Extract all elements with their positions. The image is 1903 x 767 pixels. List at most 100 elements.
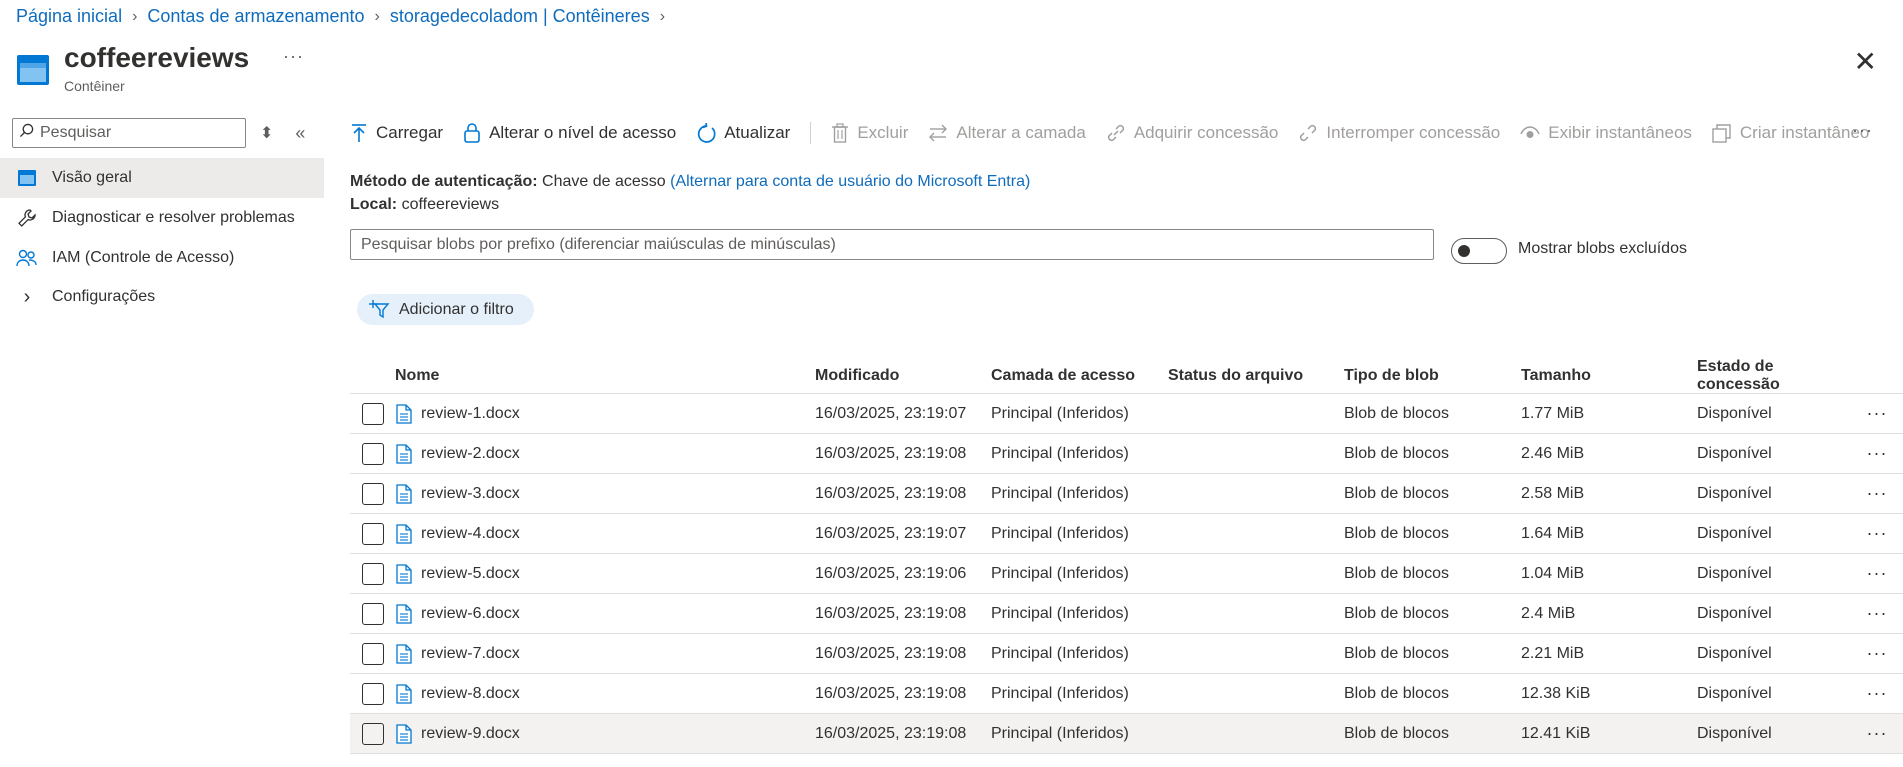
document-icon	[395, 723, 413, 744]
modified-cell: 16/03/2025, 23:19:06	[815, 564, 967, 582]
row-checkbox[interactable]	[361, 642, 384, 665]
blob-type-cell: Blob de blocos	[1344, 684, 1449, 702]
blob-name[interactable]: review-9.docx	[421, 725, 520, 743]
wrench-icon	[16, 208, 38, 228]
column-header-size[interactable]: Tamanho	[1521, 367, 1697, 385]
table-row[interactable]: review-7.docx 16/03/2025, 23:19:08 Princip…	[350, 634, 1903, 674]
sidebar-item-iam[interactable]: IAM (Controle de Acesso)	[0, 238, 324, 278]
refresh-button[interactable]: Atualizar	[696, 123, 790, 143]
blob-name-cell[interactable]: review-1.docx	[395, 403, 815, 424]
row-more-options-icon[interactable]: ···	[1857, 723, 1897, 744]
blob-name[interactable]: review-6.docx	[421, 605, 520, 623]
sidebar-item-overview[interactable]: Visão geral	[0, 158, 324, 198]
breadcrumb-storage-accounts-link[interactable]: Contas de armazenamento	[147, 6, 364, 27]
table-row[interactable]: review-9.docx 16/03/2025, 23:19:08 Princip…	[350, 714, 1903, 754]
breadcrumb-containers-link[interactable]: storagedecoladom | Contêineres	[390, 6, 650, 27]
document-icon	[395, 403, 413, 424]
blob-name-cell[interactable]: review-2.docx	[395, 443, 815, 464]
page-header: coffeereviews Contêiner	[16, 40, 249, 94]
more-options-icon[interactable]: ···	[283, 46, 304, 67]
column-header-lease[interactable]: Estado de concessão	[1697, 358, 1857, 394]
blob-prefix-search-input[interactable]: Pesquisar blobs por prefixo (diferenciar…	[350, 229, 1434, 260]
column-header-modified[interactable]: Modificado	[815, 367, 991, 385]
table-row[interactable]: review-3.docx 16/03/2025, 23:19:08 Princip…	[350, 474, 1903, 514]
lease-cell: Disponível	[1697, 644, 1772, 662]
switch-auth-link[interactable]: (Alternar para conta de usuário do Micro…	[670, 173, 1030, 190]
lease-cell: Disponível	[1697, 404, 1772, 422]
row-more-options-icon[interactable]: ···	[1857, 683, 1897, 704]
view-snapshots-button[interactable]: Exibir instantâneos	[1520, 123, 1692, 143]
tier-cell: Principal (Inferidos)	[991, 684, 1129, 702]
sidebar-item-diagnose[interactable]: Diagnosticar e resolver problemas	[0, 198, 324, 238]
row-checkbox[interactable]	[361, 482, 384, 505]
sidebar: Pesquisar ⬍ « Visão geral Diagnosticar e…	[0, 112, 324, 316]
row-more-options-icon[interactable]: ···	[1857, 403, 1897, 424]
blob-name-cell[interactable]: review-6.docx	[395, 603, 815, 624]
table-row[interactable]: review-1.docx 16/03/2025, 23:19:07 Princip…	[350, 394, 1903, 434]
breadcrumb-home-link[interactable]: Página inicial	[16, 6, 122, 27]
document-icon	[395, 523, 413, 544]
column-header-blob-type[interactable]: Tipo de blob	[1344, 367, 1521, 385]
blob-name[interactable]: review-4.docx	[421, 525, 520, 543]
delete-button[interactable]: Excluir	[831, 123, 908, 143]
row-checkbox[interactable]	[361, 522, 384, 545]
blob-name-cell[interactable]: review-5.docx	[395, 563, 815, 584]
row-checkbox[interactable]	[361, 682, 384, 705]
column-header-status[interactable]: Status do arquivo	[1168, 367, 1344, 385]
blob-name-cell[interactable]: review-9.docx	[395, 723, 815, 744]
sidebar-search-placeholder: Pesquisar	[40, 124, 112, 141]
column-header-tier[interactable]: Camada de acesso	[991, 367, 1168, 385]
view-snapshots-label: Exibir instantâneos	[1548, 123, 1692, 142]
row-checkbox[interactable]	[361, 602, 384, 625]
table-row[interactable]: review-8.docx 16/03/2025, 23:19:08 Princip…	[350, 674, 1903, 714]
row-more-options-icon[interactable]: ···	[1857, 643, 1897, 664]
row-more-options-icon[interactable]: ···	[1857, 443, 1897, 464]
row-more-options-icon[interactable]: ···	[1857, 483, 1897, 504]
lease-cell: Disponível	[1697, 444, 1772, 462]
row-more-options-icon[interactable]: ···	[1857, 563, 1897, 584]
row-checkbox[interactable]	[361, 402, 384, 425]
blob-name-cell[interactable]: review-8.docx	[395, 683, 815, 704]
search-icon	[19, 123, 34, 143]
table-row[interactable]: review-4.docx 16/03/2025, 23:19:07 Princip…	[350, 514, 1903, 554]
row-checkbox[interactable]	[361, 562, 384, 585]
sidebar-item-settings[interactable]: › Configurações	[0, 278, 324, 316]
sort-icon[interactable]: ⬍	[260, 123, 273, 143]
blob-name[interactable]: review-7.docx	[421, 645, 520, 663]
blob-name[interactable]: review-2.docx	[421, 445, 520, 463]
add-filter-button[interactable]: Adicionar o filtro	[357, 294, 534, 325]
blob-name[interactable]: review-3.docx	[421, 485, 520, 503]
row-checkbox[interactable]	[361, 442, 384, 465]
sidebar-search-input[interactable]: Pesquisar	[12, 118, 246, 148]
row-checkbox-cell	[350, 682, 395, 705]
change-access-level-button[interactable]: Alterar o nível de acesso	[463, 123, 676, 143]
break-lease-button[interactable]: Interromper concessão	[1298, 123, 1500, 143]
modified-cell: 16/03/2025, 23:19:08	[815, 644, 967, 662]
create-snapshot-button[interactable]: Criar instantâneo	[1712, 123, 1869, 143]
row-checkbox-cell	[350, 402, 395, 425]
container-icon	[17, 55, 49, 85]
upload-button[interactable]: Carregar	[350, 123, 443, 143]
table-row[interactable]: review-2.docx 16/03/2025, 23:19:08 Princip…	[350, 434, 1903, 474]
collapse-sidebar-icon[interactable]: «	[295, 123, 305, 144]
acquire-lease-button[interactable]: Adquirir concessão	[1106, 123, 1278, 143]
table-row[interactable]: review-5.docx 16/03/2025, 23:19:06 Princip…	[350, 554, 1903, 594]
close-button[interactable]: ✕	[1854, 48, 1877, 76]
blob-name[interactable]: review-1.docx	[421, 405, 520, 423]
row-checkbox[interactable]	[361, 722, 384, 745]
blob-name-cell[interactable]: review-3.docx	[395, 483, 815, 504]
show-deleted-toggle[interactable]	[1451, 238, 1507, 264]
blob-type-cell: Blob de blocos	[1344, 604, 1449, 622]
row-more-options-icon[interactable]: ···	[1857, 603, 1897, 624]
blob-name[interactable]: review-5.docx	[421, 565, 520, 583]
more-commands-icon[interactable]: ···	[1852, 120, 1873, 141]
row-checkbox-cell	[350, 642, 395, 665]
blob-name-cell[interactable]: review-7.docx	[395, 643, 815, 664]
swap-arrows-icon	[928, 124, 948, 142]
blob-name[interactable]: review-8.docx	[421, 685, 520, 703]
table-row[interactable]: review-6.docx 16/03/2025, 23:19:08 Princip…	[350, 594, 1903, 634]
blob-name-cell[interactable]: review-4.docx	[395, 523, 815, 544]
change-tier-button[interactable]: Alterar a camada	[928, 123, 1086, 143]
column-header-name[interactable]: Nome	[395, 367, 815, 385]
row-more-options-icon[interactable]: ···	[1857, 523, 1897, 544]
